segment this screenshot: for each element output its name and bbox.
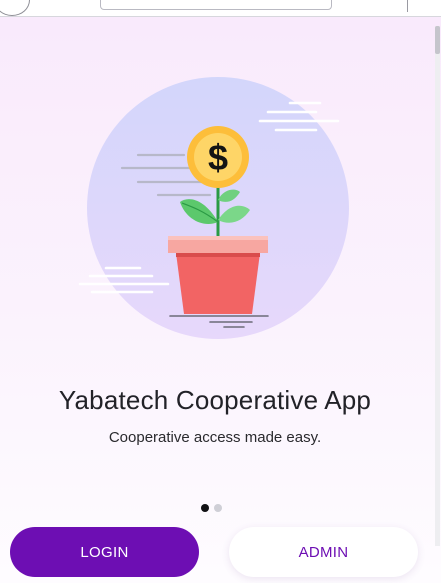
carousel-dot[interactable]: [214, 504, 222, 512]
money-plant-illustration: $: [78, 77, 349, 339]
login-button[interactable]: LOGIN: [10, 527, 199, 577]
admin-button[interactable]: ADMIN: [229, 527, 418, 577]
browser-divider: [407, 0, 408, 12]
carousel-indicator: [201, 504, 222, 513]
browser-nav-button[interactable]: [0, 0, 30, 16]
carousel-dot-active[interactable]: [201, 504, 209, 512]
page-scrollbar[interactable]: [435, 26, 440, 546]
coin-symbol: $: [208, 137, 228, 178]
app-title: Yabatech Cooperative App: [58, 385, 372, 415]
pot-body: [176, 253, 260, 314]
scrollbar-thumb[interactable]: [435, 26, 440, 54]
browser-address-bar[interactable]: [100, 0, 332, 10]
browser-chrome: [0, 0, 441, 17]
app-tagline: Cooperative access made easy.: [108, 429, 322, 446]
